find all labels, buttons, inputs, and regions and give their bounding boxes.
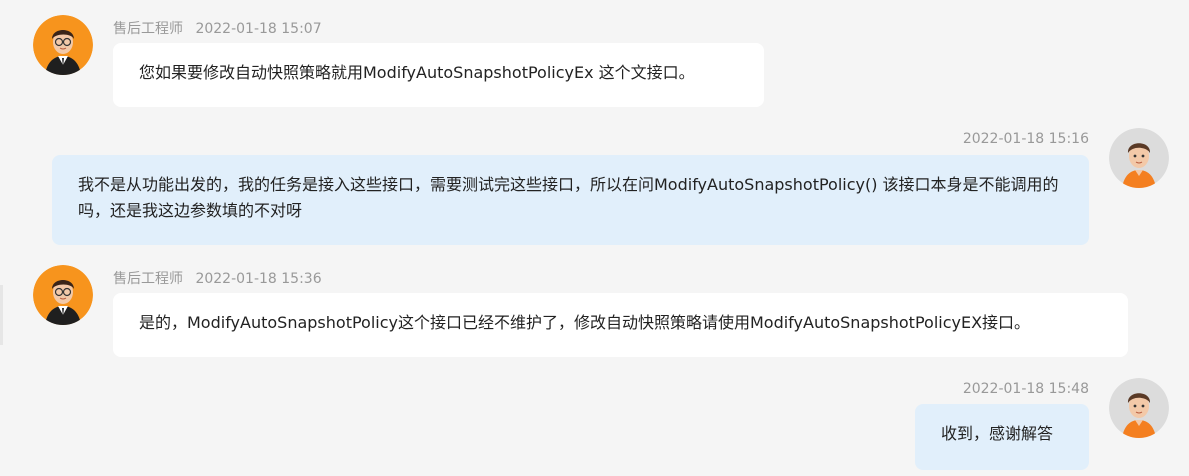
sender-name: 售后工程师 (113, 21, 183, 37)
user-avatar-icon[interactable] (1109, 128, 1169, 188)
message-bubble: 是的，ModifyAutoSnapshotPolicy这个接口已经不维护了，修改… (113, 293, 1128, 357)
message-timestamp: 2022-01-18 15:16 (962, 131, 1089, 147)
scroll-edge-mark (0, 285, 3, 345)
message-bubble: 我不是从功能出发的，我的任务是接入这些接口，需要测试完这些接口，所以在问Modi… (52, 155, 1089, 245)
chat-thread: 售后工程师 2022-01-18 15:07 您如果要修改自动快照策略就用Mod… (0, 0, 1189, 476)
message-timestamp: 2022-01-18 15:36 (195, 271, 322, 287)
message-bubble: 您如果要修改自动快照策略就用ModifyAutoSnapshotPolicyEx… (113, 43, 764, 107)
message-timestamp: 2022-01-18 15:07 (195, 21, 322, 37)
message-meta: 售后工程师 2022-01-18 15:36 (113, 268, 322, 288)
user-avatar-icon[interactable] (1109, 378, 1169, 438)
engineer-avatar-icon[interactable] (33, 265, 93, 325)
message-bubble: 收到，感谢解答 (915, 404, 1089, 470)
sender-name: 售后工程师 (113, 271, 183, 287)
message-meta: 2022-01-18 15:48 (963, 381, 1089, 397)
left-edge (0, 0, 12, 476)
engineer-avatar-icon[interactable] (33, 15, 93, 75)
message-meta: 售后工程师 2022-01-18 15:07 (113, 18, 322, 38)
message-meta: 2022-01-18 15:16 (963, 131, 1089, 147)
message-timestamp: 2022-01-18 15:48 (962, 381, 1089, 397)
